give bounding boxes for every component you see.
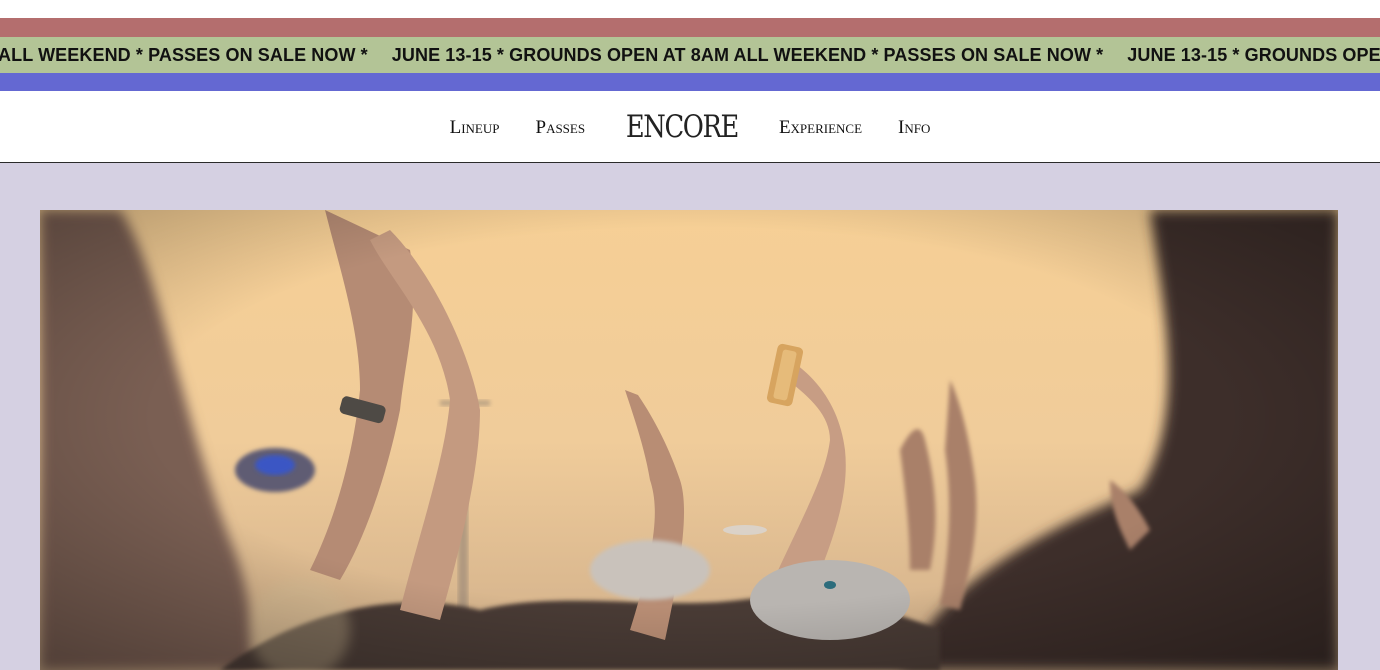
nav-link-info[interactable]: Info	[898, 117, 930, 139]
ticker-text: JUNE 13-15 * GROUNDS OPEN AT 8AM ALL WEE…	[391, 45, 1104, 65]
announcement-stripe-red	[0, 18, 1380, 37]
nav-link-experience[interactable]: Experience	[779, 117, 862, 139]
announcement-ticker: ALL WEEKEND * PASSES ON SALE NOW * JUNE 1…	[0, 37, 1380, 73]
top-spacer	[0, 0, 1380, 18]
hero-photo-illustration	[40, 210, 1338, 670]
nav-link-passes[interactable]: Passes	[536, 117, 586, 139]
main-nav: Lineup Passes ENCORE Experience Info	[0, 91, 1380, 163]
hero-image	[40, 210, 1338, 670]
nav-link-lineup[interactable]: Lineup	[450, 117, 500, 139]
site-logo[interactable]: ENCORE	[626, 108, 739, 144]
ticker-track: ALL WEEKEND * PASSES ON SALE NOW * JUNE 1…	[0, 37, 1380, 73]
announcement-stripe-blue	[0, 73, 1380, 91]
ticker-text: ALL WEEKEND * PASSES ON SALE NOW *	[0, 45, 368, 65]
main-content	[0, 163, 1380, 670]
ticker-text: JUNE 13-15 * GROUNDS OPEN	[1127, 45, 1380, 65]
